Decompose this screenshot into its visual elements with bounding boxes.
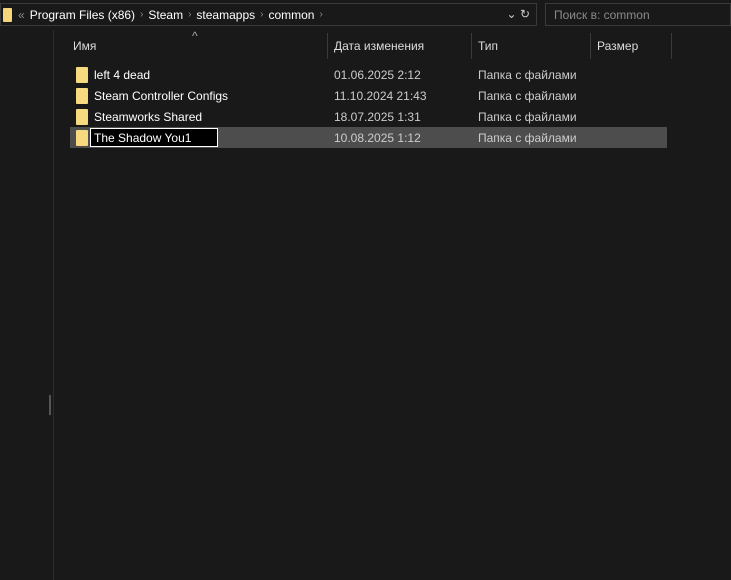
file-row-selected[interactable]: 10.08.2025 1:12 Папка с файлами <box>70 127 667 148</box>
chevron-right-icon[interactable]: › <box>260 9 263 20</box>
breadcrumb-program-files[interactable]: Program Files (x86) <box>30 8 135 22</box>
search-input[interactable]: Поиск в: common <box>545 3 731 26</box>
file-date: 18.07.2025 1:31 <box>334 110 421 124</box>
overflow-chevron[interactable]: « <box>18 8 25 22</box>
sort-indicator-icon: ^ <box>192 29 198 43</box>
folder-icon <box>76 88 88 104</box>
file-name: Steam Controller Configs <box>94 89 229 103</box>
rename-input[interactable] <box>90 128 218 147</box>
address-bar[interactable]: « Program Files (x86) › Steam › steamapps ›… <box>0 3 537 26</box>
dropdown-icon[interactable]: ⌄ <box>507 7 517 21</box>
column-header: ^ Имя Дата изменения Тип Размер <box>54 29 731 59</box>
file-row[interactable]: Steam Controller Configs 11.10.2024 21:4… <box>70 85 667 106</box>
file-type: Папка с файлами <box>478 68 577 82</box>
breadcrumb-steamapps[interactable]: steamapps <box>196 8 255 22</box>
breadcrumb-common[interactable]: common <box>268 8 314 22</box>
folder-icon <box>3 7 12 22</box>
file-type: Папка с файлами <box>478 131 577 145</box>
file-date: 01.06.2025 2:12 <box>334 68 421 82</box>
file-row[interactable]: Steamworks Shared 18.07.2025 1:31 Папка … <box>70 106 667 127</box>
file-name: left 4 dead <box>94 68 151 82</box>
file-type: Папка с файлами <box>478 89 577 103</box>
column-type[interactable]: Тип <box>478 39 498 53</box>
column-date[interactable]: Дата изменения <box>334 39 424 53</box>
refresh-icon[interactable]: ↻ <box>520 7 530 21</box>
file-date: 11.10.2024 21:43 <box>334 89 427 103</box>
folder-icon <box>76 130 88 146</box>
column-name[interactable]: Имя <box>73 39 96 53</box>
navigation-pane <box>0 30 54 580</box>
folder-icon <box>76 67 88 83</box>
file-name: Steamworks Shared <box>94 110 203 124</box>
file-row[interactable]: left 4 dead 01.06.2025 2:12 Папка с файл… <box>70 64 667 85</box>
chevron-right-icon[interactable]: › <box>140 9 143 20</box>
folder-icon <box>76 109 88 125</box>
file-type: Папка с файлами <box>478 110 577 124</box>
column-size[interactable]: Размер <box>597 39 638 53</box>
breadcrumb-steam[interactable]: Steam <box>148 8 183 22</box>
pane-splitter[interactable] <box>49 395 51 415</box>
chevron-right-icon[interactable]: › <box>319 9 322 20</box>
file-date: 10.08.2025 1:12 <box>334 131 421 145</box>
chevron-right-icon[interactable]: › <box>188 9 191 20</box>
